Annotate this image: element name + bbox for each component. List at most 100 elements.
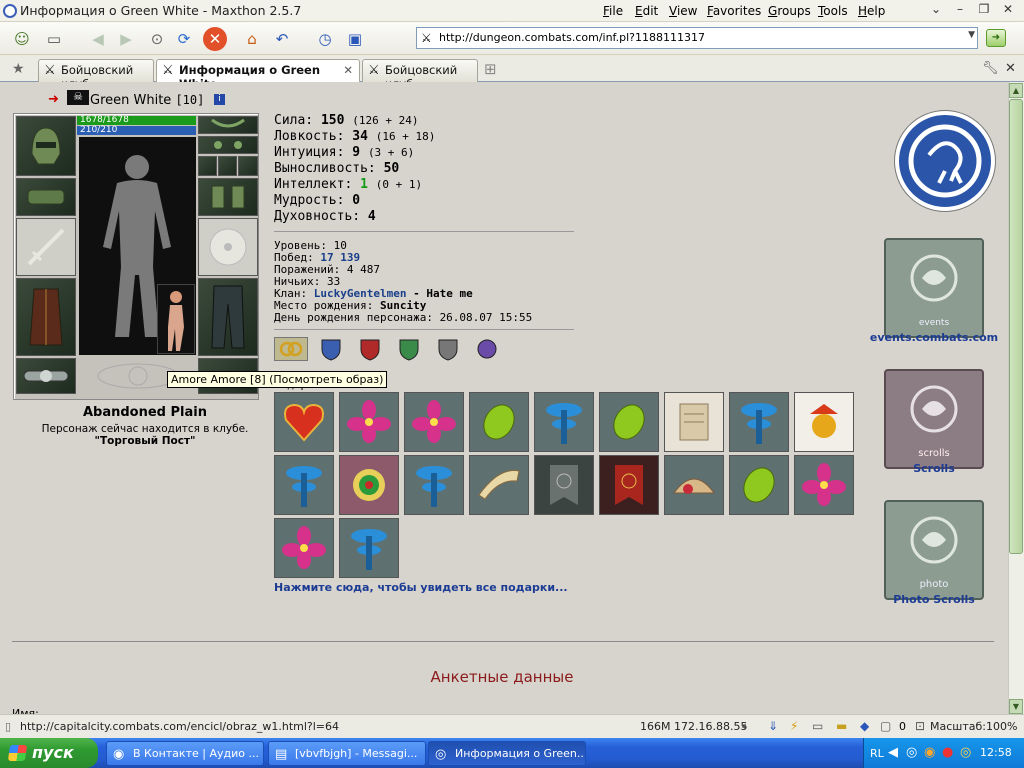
screen-icon[interactable]: ▣ xyxy=(343,27,367,51)
folder-icon[interactable]: ▬ xyxy=(836,719,847,733)
scroll-up-icon[interactable]: ▲ xyxy=(1009,83,1023,98)
gift-blue-mushroom[interactable] xyxy=(274,455,334,515)
back-icon[interactable]: ◀ xyxy=(86,27,110,51)
gift-letter[interactable] xyxy=(664,392,724,452)
gift-green-stone[interactable] xyxy=(599,392,659,452)
gift-blue-mushroom[interactable] xyxy=(404,455,464,515)
info-icon[interactable]: i xyxy=(214,94,225,105)
tab-fight-club-1[interactable]: ⚔ Бойцовский клуб xyxy=(38,59,154,91)
tab-count-icon[interactable]: ▢ xyxy=(880,719,891,733)
new-tab-icon[interactable]: ⊞ xyxy=(484,60,497,78)
menu-favorites[interactable]: Favorites xyxy=(707,4,761,18)
zoom-icon[interactable]: ⊡ xyxy=(915,719,925,733)
chevron-down-icon[interactable]: ⌄ xyxy=(926,2,946,19)
gift-grey-banner[interactable] xyxy=(534,455,594,515)
gift-blue-mushroom[interactable] xyxy=(339,518,399,578)
scroll-down-icon[interactable]: ▼ xyxy=(1009,699,1023,714)
wrench-icon[interactable]: 🔧︎ xyxy=(982,61,999,76)
gift-horn[interactable] xyxy=(469,455,529,515)
gift-flower[interactable] xyxy=(274,518,334,578)
zoom-level[interactable]: Масштаб:100% xyxy=(930,720,1017,733)
amulet-slot[interactable] xyxy=(198,116,258,134)
photo-banner[interactable]: photo xyxy=(884,500,984,600)
scrollbar-thumb[interactable] xyxy=(1009,99,1023,554)
all-gifts-link[interactable]: Нажмите сюда, чтобы увидеть все подарки.… xyxy=(274,581,568,594)
gift-blue-mushroom[interactable] xyxy=(534,392,594,452)
earrings-slot[interactable] xyxy=(198,136,258,154)
ring-slot-3[interactable] xyxy=(238,156,258,176)
armor-slot[interactable] xyxy=(16,278,76,356)
download-icon[interactable]: ⇓ xyxy=(768,719,778,733)
clock[interactable]: 12:58 xyxy=(980,746,1012,759)
forward-icon[interactable]: ▶ xyxy=(114,27,138,51)
scrolls-banner[interactable]: scrolls xyxy=(884,369,984,469)
gift-flower[interactable] xyxy=(404,392,464,452)
grey-shield-badge-icon[interactable] xyxy=(437,337,459,361)
restore-icon[interactable]: ❐ xyxy=(974,2,994,19)
menu-groups[interactable]: Groups xyxy=(768,4,811,18)
close-icon[interactable]: ✕ xyxy=(998,2,1018,19)
helmet-slot[interactable] xyxy=(16,116,76,176)
address-bar[interactable]: ⚔ http://dungeon.combats.com/inf.pl?1188… xyxy=(416,27,978,49)
companion-image[interactable] xyxy=(157,284,195,354)
gloves-slot[interactable] xyxy=(198,178,258,216)
close-all-icon[interactable]: ✕ xyxy=(1005,61,1016,76)
gift-jester[interactable] xyxy=(794,392,854,452)
maxthon-tray-icon[interactable]: ◎ xyxy=(906,745,917,760)
messenger-tray-icon[interactable]: ◎ xyxy=(960,745,971,760)
purple-emblem-badge-icon[interactable] xyxy=(476,337,498,361)
close-tab-icon[interactable]: ✕ xyxy=(343,63,353,77)
photo-scrolls-link[interactable]: Photo Scrolls xyxy=(864,593,1004,606)
events-link[interactable]: events.combats.com xyxy=(864,331,1004,344)
gift-heart[interactable] xyxy=(274,392,334,452)
gift-hat-rose[interactable] xyxy=(664,455,724,515)
go-button[interactable]: ➜ xyxy=(986,29,1006,47)
menu-help[interactable]: Help xyxy=(858,4,885,18)
task-maxthon[interactable]: ◎ Информация о Green... xyxy=(428,741,586,766)
dropdown-circle-icon[interactable]: ⊙ xyxy=(145,27,169,51)
chevron-down-icon[interactable]: ▼ xyxy=(968,30,975,40)
pants-slot[interactable] xyxy=(198,278,258,356)
rings-badge-icon[interactable] xyxy=(274,337,308,361)
popup-blocker-icon[interactable]: ▭ xyxy=(812,719,823,733)
tab-green-white-info[interactable]: ⚔ Информация о Green White ✕ xyxy=(156,59,360,91)
new-page-icon[interactable]: ▭ xyxy=(42,27,66,51)
gift-red-banner[interactable] xyxy=(599,455,659,515)
gift-flower[interactable] xyxy=(794,455,854,515)
gift-blue-mushroom[interactable] xyxy=(729,392,789,452)
home-icon[interactable]: ⌂ xyxy=(240,27,264,51)
task-firefox[interactable]: ◉ В Контакте | Аудио ... xyxy=(106,741,264,766)
weapon-slot-empty[interactable] xyxy=(16,218,76,276)
history-icon[interactable]: ◷ xyxy=(313,27,337,51)
events-banner[interactable]: events xyxy=(884,238,984,338)
language-indicator[interactable]: RL xyxy=(870,747,884,760)
menu-edit[interactable]: Edit xyxy=(635,4,658,18)
menu-tools[interactable]: Tools xyxy=(818,4,848,18)
bracers-slot[interactable] xyxy=(16,178,76,216)
gift-flower[interactable] xyxy=(339,392,399,452)
belt-slot[interactable] xyxy=(16,358,76,394)
menu-view[interactable]: View xyxy=(669,4,697,18)
gift-target[interactable] xyxy=(339,455,399,515)
firefox-tray-icon[interactable]: ◉ xyxy=(924,745,935,760)
lightning-icon[interactable]: ⚡︎ xyxy=(790,719,798,733)
blue-shield-badge-icon[interactable] xyxy=(320,337,342,361)
star-icon[interactable]: ★ xyxy=(12,61,25,77)
antivirus-tray-icon[interactable]: ● xyxy=(942,745,953,760)
ring-slot-1[interactable] xyxy=(198,156,217,176)
tab-fight-club-2[interactable]: ⚔ Бойцовский клуб xyxy=(362,59,478,91)
ring-slot-2[interactable] xyxy=(218,156,237,176)
diamond-icon[interactable]: ◆ xyxy=(860,719,869,733)
red-shield-badge-icon[interactable] xyxy=(359,337,381,361)
minimize-icon[interactable]: – xyxy=(950,2,970,19)
task-messenger[interactable]: ▤ [vbvfbjgh] - Messagi... xyxy=(268,741,426,766)
scorpion-logo[interactable] xyxy=(895,111,995,211)
user-icon[interactable]: ☺ xyxy=(10,27,34,51)
back-arrow-icon[interactable]: ◀ xyxy=(888,745,898,760)
refresh-icon[interactable]: ⟳ xyxy=(172,27,196,51)
gift-green-stone[interactable] xyxy=(469,392,529,452)
stop-icon[interactable]: ✕ xyxy=(203,27,227,51)
menu-file[interactable]: File xyxy=(603,4,623,18)
undo-icon[interactable]: ↶ xyxy=(270,27,294,51)
green-shield-badge-icon[interactable] xyxy=(398,337,420,361)
